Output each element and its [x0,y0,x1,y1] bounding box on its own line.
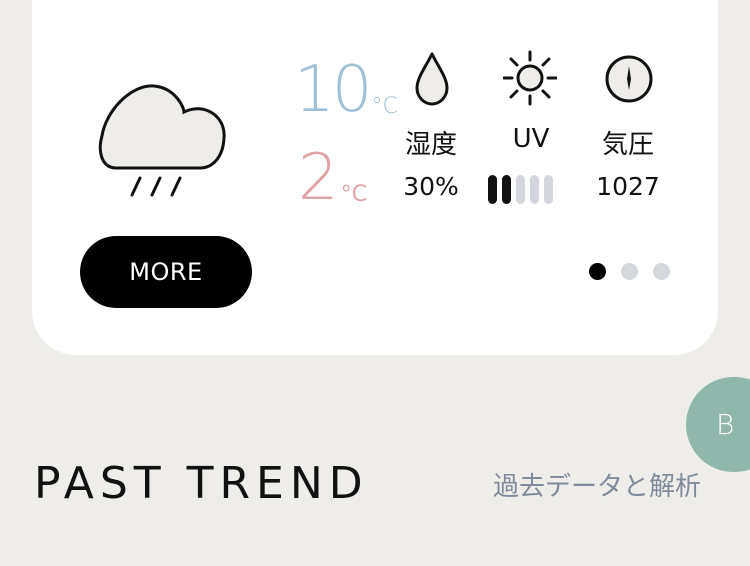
uv-level-bar [544,175,553,204]
pagination-dot[interactable] [653,263,670,280]
humidity-value: 30% [403,172,459,201]
humidity-label: 湿度 [404,130,457,160]
uv-label: UV [512,124,550,154]
droplet-icon [415,52,449,106]
uv-level-bar [502,175,511,204]
section-title: PAST TREND [34,458,369,509]
uv-level-bar [488,175,497,204]
temp-low-value: 2 [298,141,339,215]
more-button[interactable]: MORE [80,236,252,308]
rain-cloud-icon [98,84,226,197]
uv-level-bar [516,175,525,204]
floating-action-button[interactable]: B [686,377,750,472]
pressure-value: 1027 [596,172,660,201]
pagination-dots [589,263,670,280]
temp-high: 10 °C [294,50,398,122]
temp-low-unit: °C [340,182,368,207]
pressure-label: 気圧 [601,130,654,160]
pagination-dot[interactable] [589,263,606,280]
uv-level-meter [488,175,553,204]
pagination-dot[interactable] [621,263,638,280]
sun-icon [503,50,557,106]
temp-low: 2 °C [298,138,367,210]
uv-level-bar [530,175,539,204]
section-subtitle: 過去データと解析 [493,472,702,502]
compass-icon [605,55,653,103]
temp-high-unit: °C [371,94,398,119]
temp-high-value: 10 [294,53,372,127]
